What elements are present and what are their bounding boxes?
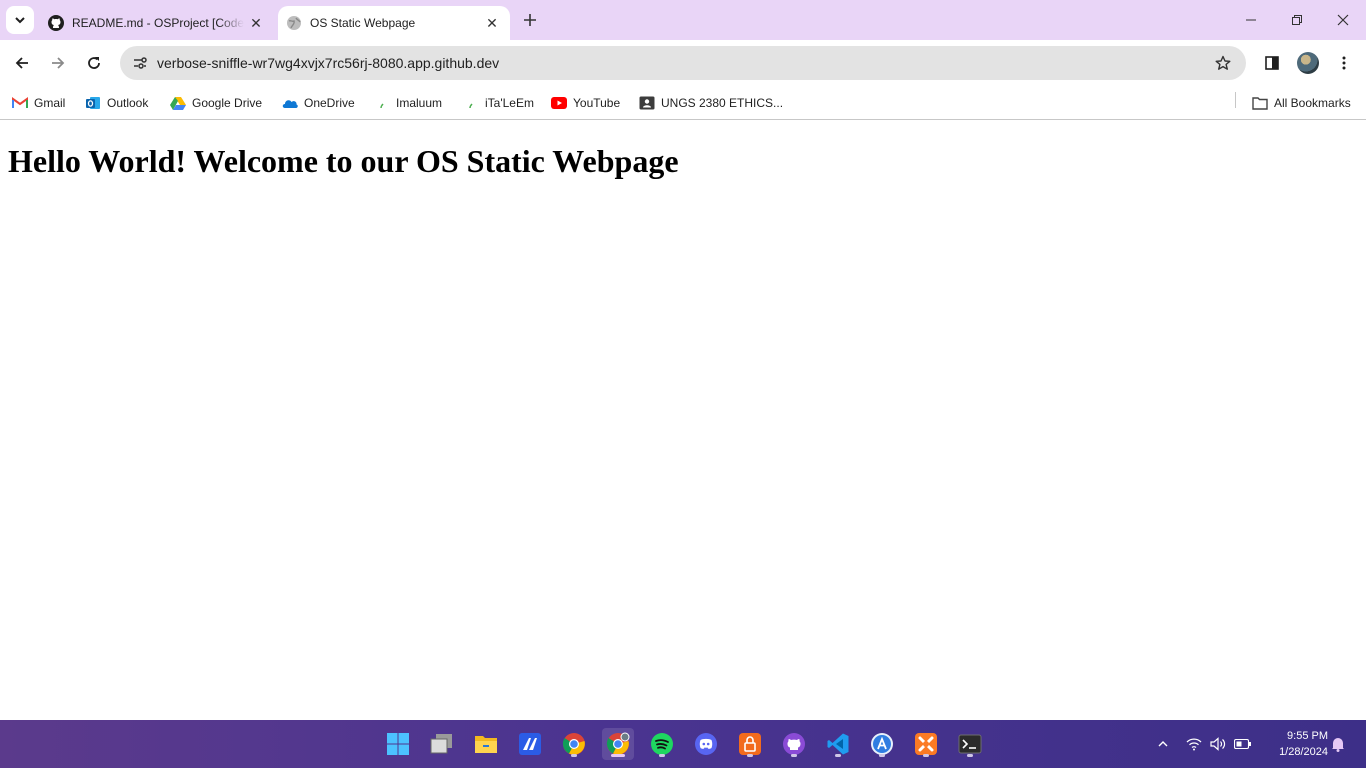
chevron-up-icon[interactable] xyxy=(1153,732,1173,756)
vscode-icon[interactable] xyxy=(822,728,854,760)
taskbar-clock[interactable]: 9:55 PM 1/28/2024 xyxy=(1262,728,1328,760)
side-panel-icon xyxy=(1265,56,1279,70)
tab-search-button[interactable] xyxy=(6,6,34,34)
gmail-icon xyxy=(12,95,28,111)
leaf-icon xyxy=(463,95,479,111)
folder-icon xyxy=(1252,95,1268,111)
all-bookmarks-button[interactable]: All Bookmarks xyxy=(1252,91,1351,115)
page-heading: Hello World! Welcome to our OS Static We… xyxy=(8,143,679,179)
bookmark-label: OneDrive xyxy=(304,96,355,110)
globe-icon xyxy=(286,15,302,31)
tab-strip: README.md - OSProject [Codespaces: verbo… xyxy=(0,0,1366,40)
page-viewport: Hello World! Welcome to our OS Static We… xyxy=(0,121,1366,720)
running-indicator xyxy=(659,754,665,757)
bookmark-label: Outlook xyxy=(107,96,149,110)
bookmark-label: iTa'LeEm xyxy=(485,96,534,110)
youtube-icon xyxy=(551,95,567,111)
bookmark-label: UNGS 2380 ETHICS... xyxy=(661,96,784,110)
chrome-profile-icon[interactable] xyxy=(602,728,634,760)
tab-os-static-webpage[interactable]: OS Static Webpage ✕ xyxy=(278,6,510,40)
running-indicator xyxy=(879,754,885,757)
address-bar[interactable]: verbose-sniffle-wr7wg4xvjx7rc56rj-8080.a… xyxy=(120,46,1246,80)
windows-start-icon[interactable] xyxy=(382,728,414,760)
clock-date: 1/28/2024 xyxy=(1279,746,1328,758)
arrow-right-icon xyxy=(52,57,65,69)
github-icon xyxy=(48,15,64,31)
bookmarks-separator xyxy=(1235,92,1236,108)
minimize-icon xyxy=(1246,19,1256,21)
chevron-down-icon xyxy=(15,17,25,24)
bookmark-ungs-2380[interactable]: UNGS 2380 ETHICS... xyxy=(639,91,783,115)
close-icon xyxy=(1337,14,1349,26)
leaf-icon xyxy=(374,95,390,111)
tab-title: README.md - OSProject [Codespaces: verbo… xyxy=(72,16,244,30)
bookmark-star-icon[interactable] xyxy=(1212,52,1234,74)
notification-bell-icon[interactable] xyxy=(1328,732,1348,756)
bookmark-youtube[interactable]: YouTube xyxy=(551,91,620,115)
more-vertical-icon xyxy=(1342,56,1346,70)
bookmark-google-drive[interactable]: Google Drive xyxy=(170,91,262,115)
close-tab-icon[interactable]: ✕ xyxy=(244,11,268,35)
github-desktop-icon[interactable] xyxy=(778,728,810,760)
google-drive-icon xyxy=(170,95,186,111)
volume-icon[interactable] xyxy=(1208,732,1228,756)
running-indicator xyxy=(791,754,797,757)
menu-button[interactable] xyxy=(1328,47,1360,79)
spotify-icon[interactable] xyxy=(646,728,678,760)
restore-icon xyxy=(1292,15,1302,25)
task-view-icon[interactable] xyxy=(426,728,458,760)
bookmark-label: Google Drive xyxy=(192,96,263,110)
site-info-icon[interactable] xyxy=(128,51,152,75)
profile-avatar[interactable] xyxy=(1297,52,1319,74)
back-button[interactable] xyxy=(6,47,38,79)
minimize-button[interactable] xyxy=(1228,0,1274,40)
app-store-icon[interactable] xyxy=(866,728,898,760)
clock-time: 9:55 PM xyxy=(1287,730,1328,742)
bookmark-outlook[interactable]: Outlook xyxy=(85,91,148,115)
battery-icon[interactable] xyxy=(1233,732,1253,756)
bookmark-gmail[interactable]: Gmail xyxy=(12,91,65,115)
terminal-icon[interactable] xyxy=(954,728,986,760)
forward-button[interactable] xyxy=(42,47,74,79)
taskbar: 9:55 PM 1/28/2024 xyxy=(0,720,1366,768)
contact-card-icon xyxy=(639,95,655,111)
vpn-icon[interactable] xyxy=(734,728,766,760)
bookmark-onedrive[interactable]: OneDrive xyxy=(282,91,355,115)
onedrive-icon xyxy=(282,95,298,111)
wifi-icon[interactable] xyxy=(1184,732,1204,756)
discord-icon[interactable] xyxy=(690,728,722,760)
close-window-button[interactable] xyxy=(1320,0,1366,40)
tab-readme[interactable]: README.md - OSProject [Codespaces: verbo… xyxy=(40,6,274,40)
bookmark-italeem[interactable]: iTa'LeEm xyxy=(463,91,534,115)
restore-button[interactable] xyxy=(1274,0,1320,40)
bookmark-label: Gmail xyxy=(34,96,66,110)
arrow-left-icon xyxy=(15,57,28,69)
bookmarks-bar: Gmail Outlook Google Drive OneDrive Imal… xyxy=(0,86,1366,120)
file-explorer-icon[interactable] xyxy=(470,728,502,760)
running-indicator xyxy=(571,754,577,757)
browser-toolbar: verbose-sniffle-wr7wg4xvjx7rc56rj-8080.a… xyxy=(0,40,1366,86)
chrome-icon[interactable] xyxy=(558,728,590,760)
plus-icon xyxy=(524,14,536,26)
running-indicator xyxy=(967,754,973,757)
running-indicator xyxy=(835,754,841,757)
reload-icon xyxy=(88,57,100,69)
outlook-icon xyxy=(85,95,101,111)
bookmark-imaluum[interactable]: Imaluum xyxy=(374,91,442,115)
xampp-icon[interactable] xyxy=(910,728,942,760)
url-text[interactable]: verbose-sniffle-wr7wg4xvjx7rc56rj-8080.a… xyxy=(157,55,499,71)
tab-title: OS Static Webpage xyxy=(310,16,416,30)
bookmark-label: Imaluum xyxy=(396,96,443,110)
side-panel-button[interactable] xyxy=(1256,47,1288,79)
bookmark-label: YouTube xyxy=(573,96,621,110)
active-indicator xyxy=(611,754,625,757)
running-indicator xyxy=(747,754,753,757)
reload-button[interactable] xyxy=(78,47,110,79)
close-tab-icon[interactable]: ✕ xyxy=(480,11,504,35)
all-bookmarks-label: All Bookmarks xyxy=(1274,96,1351,110)
ai-app-icon[interactable] xyxy=(514,728,546,760)
new-tab-button[interactable] xyxy=(518,8,542,32)
running-indicator xyxy=(923,754,929,757)
